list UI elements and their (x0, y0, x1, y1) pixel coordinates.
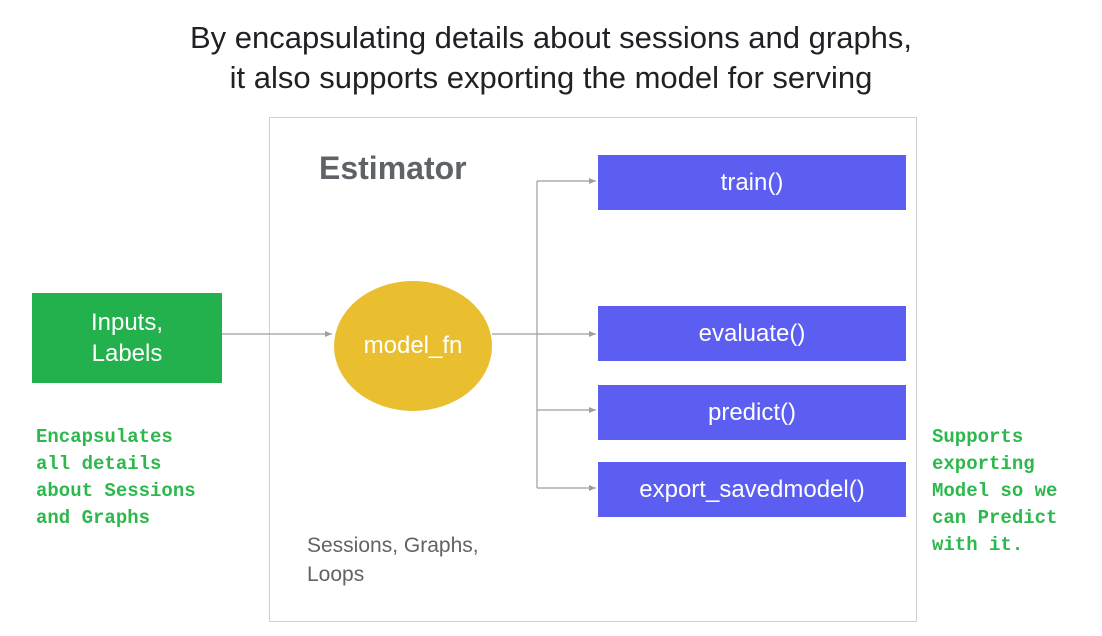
inputs-line-1: Inputs, (90, 309, 164, 336)
note-right-line: exporting (932, 453, 1035, 475)
note-left-line: Encapsulates (36, 426, 173, 448)
model-fn-label: model_fn (363, 332, 463, 359)
note-right-line: Supports (932, 426, 1024, 448)
note-left-line: and Graphs (36, 507, 151, 529)
method-train: train() (598, 155, 906, 210)
method-predict-label: predict() (707, 398, 797, 426)
internals-line-2: Loops (307, 563, 365, 586)
note-left-line: all details (36, 453, 162, 475)
method-train-label: train() (720, 168, 784, 196)
note-right: Supports exporting Model so we can Predi… (932, 424, 1057, 559)
method-evaluate-label: evaluate() (698, 319, 806, 347)
inputs-line-2: Labels (91, 340, 163, 367)
note-left: Encapsulates all details about Sessions … (36, 424, 196, 532)
internals-line-1: Sessions, Graphs, (307, 534, 479, 557)
method-predict: predict() (598, 385, 906, 440)
note-right-line: can Predict (932, 507, 1058, 529)
model-fn-circle: model_fn (334, 281, 492, 411)
method-export-label: export_savedmodel() (639, 475, 865, 503)
inputs-labels-box: Inputs, Labels (32, 293, 222, 383)
note-left-line: about Sessions (36, 480, 196, 502)
method-export-savedmodel: export_savedmodel() (598, 462, 906, 517)
estimator-internals-label: Sessions, Graphs, Loops (307, 531, 479, 589)
note-right-line: with it. (932, 534, 1024, 556)
note-right-line: Model so we (932, 480, 1058, 502)
method-evaluate: evaluate() (598, 306, 906, 361)
